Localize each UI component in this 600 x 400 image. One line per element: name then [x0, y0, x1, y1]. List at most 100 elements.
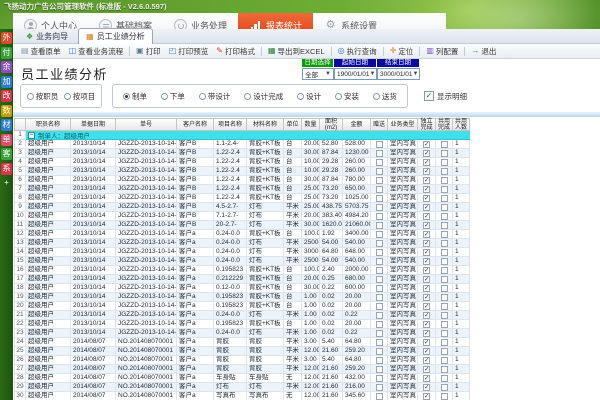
side-badge-加[interactable]: 加 [1, 75, 12, 88]
col-header-gift[interactable]: 赠送 [371, 119, 388, 131]
side-badge-材[interactable]: 材 [1, 119, 12, 131]
toolbar-print-preview-button[interactable]: ◰ 打印预览 [165, 46, 213, 57]
col-header-share-done[interactable]: 共用 完成 [436, 119, 453, 131]
checkbox-unchecked-icon[interactable] [440, 194, 448, 202]
checkbox-checked-icon[interactable]: ✓ [423, 383, 430, 391]
checkbox-checked-icon[interactable]: ✓ [423, 284, 430, 292]
checkbox-unchecked-icon[interactable] [440, 203, 448, 211]
checkbox-unchecked-icon[interactable] [375, 275, 383, 283]
checkbox-checked-icon[interactable]: ✓ [423, 293, 430, 301]
radio-设计[interactable]: 设计 [297, 91, 321, 102]
col-header-emp-name[interactable]: 职员名称 [26, 119, 71, 131]
table-row[interactable]: 22超级用户2013/10/14JGZZD-2013-10-14-009客户a0… [14, 320, 470, 329]
side-badge-付[interactable]: 付 [1, 46, 12, 59]
checkbox-unchecked-icon[interactable] [375, 365, 383, 373]
checkbox-unchecked-icon[interactable] [375, 383, 383, 391]
checkbox-checked-icon[interactable]: ✓ [423, 257, 430, 265]
toolbar-run-query-button[interactable]: ◎ 执行查询 [334, 46, 381, 57]
table-row[interactable]: 28 超级用户 2014/08/07 NO.201408070001 客户a 车身贴 车身贴… [14, 374, 470, 383]
side-badge-外[interactable]: 外 [1, 32, 12, 44]
checkbox-checked-icon[interactable]: ✓ [423, 158, 430, 166]
table-row[interactable]: 30 超级用户 2014/08/07 NO.201408070001 客户a 写真布 写真布… [14, 392, 470, 400]
checkbox-checked-icon[interactable]: ✓ [423, 374, 430, 382]
table-row[interactable]: 5超级用户2013/10/14JGZZD-2013-10-14-002客户B1.… [14, 167, 470, 176]
checkbox-checked-icon[interactable]: ✓ [423, 149, 430, 157]
checkbox-unchecked-icon[interactable] [375, 230, 383, 238]
checkbox-unchecked-icon[interactable] [375, 176, 383, 184]
table-row[interactable]: 15超级用户2013/10/14JGZZD-2013-10-14-004客户a0… [14, 257, 470, 266]
checkbox-unchecked-icon[interactable] [375, 329, 383, 337]
filter-start_date-select[interactable]: 1900/01/01 ▼ [334, 68, 377, 80]
toolbar-exit-button[interactable]: → 退出 [467, 46, 500, 57]
checkbox-unchecked-icon[interactable] [440, 257, 448, 265]
checkbox-checked-icon[interactable]: ✓ [423, 365, 430, 373]
radio-设计完成[interactable]: 设计完成 [244, 91, 283, 102]
table-row[interactable]: 12超级用户2013/10/14JGZZD-2013-10-14-004客户a0… [14, 230, 470, 239]
col-header-project[interactable]: 项目名称 [214, 119, 247, 131]
table-row[interactable]: 9超级用户2013/10/14JGZZD-2013-10-14-002客户B4.… [14, 203, 470, 212]
checkbox-unchecked-icon[interactable] [375, 347, 383, 355]
toolbar-view-flow-button[interactable]: ◫ 查看业务流程 [65, 46, 128, 57]
checkbox-checked-icon[interactable]: ✓ [423, 320, 430, 328]
checkbox-checked-icon[interactable]: ✓ [423, 239, 430, 247]
col-header-solo-done[interactable]: 独立 完成 [418, 119, 436, 131]
col-header-area[interactable]: 面积(m2) [320, 119, 343, 131]
checkbox-checked-icon[interactable]: ✓ [423, 212, 430, 220]
col-header-qty[interactable]: 数量 [302, 119, 320, 131]
checkbox-unchecked-icon[interactable] [375, 284, 383, 292]
col-header-biz-type[interactable]: 业务类型 [388, 119, 418, 131]
checkbox-unchecked-icon[interactable] [440, 302, 448, 310]
checkbox-unchecked-icon[interactable] [440, 365, 448, 373]
show-detail-checkbox[interactable]: ✓ 显示明细 [424, 91, 467, 102]
checkbox-unchecked-icon[interactable] [440, 347, 448, 355]
checkbox-unchecked-icon[interactable] [440, 230, 448, 238]
checkbox-unchecked-icon[interactable] [440, 248, 448, 256]
side-badge-+[interactable]: + [1, 177, 12, 189]
checkbox-unchecked-icon[interactable] [440, 239, 448, 247]
table-row[interactable]: 13超级用户2013/10/14JGZZD-2013-10-14-004客户a0… [14, 239, 470, 248]
checkbox-unchecked-icon[interactable] [375, 167, 383, 175]
col-header-material[interactable]: 材料名称 [247, 119, 284, 131]
checkbox-checked-icon[interactable]: ✓ [423, 356, 430, 364]
col-header-share-count[interactable]: 共用 人数 [453, 119, 470, 131]
table-row[interactable]: 11超级用户2013/10/14JGZZD-2013-10-14-002客户B2… [14, 221, 470, 230]
checkbox-unchecked-icon[interactable] [440, 149, 448, 157]
checkbox-checked-icon[interactable]: ✓ [423, 347, 430, 355]
side-badge-客[interactable]: 客 [1, 148, 12, 160]
checkbox-unchecked-icon[interactable] [375, 149, 383, 157]
checkbox-unchecked-icon[interactable] [375, 239, 383, 247]
side-badge-余[interactable]: 余 [1, 61, 12, 73]
checkbox-unchecked-icon[interactable] [375, 257, 383, 265]
checkbox-unchecked-icon[interactable] [440, 275, 448, 283]
table-row[interactable]: 20超级用户2013/10/14JGZZD-2013-10-14-008客户a0… [14, 302, 470, 311]
checkbox-unchecked-icon[interactable] [440, 392, 448, 400]
checkbox-unchecked-icon[interactable] [375, 140, 383, 148]
checkbox-unchecked-icon[interactable] [375, 203, 383, 211]
side-badge-改[interactable]: 改 [1, 90, 12, 102]
checkbox-unchecked-icon[interactable] [440, 176, 448, 184]
toolbar-column-config-button[interactable]: ▥ 列配置 [422, 46, 462, 57]
table-row[interactable]: 2超级用户2013/10/14JGZZD-2013-10-14-002客户B1.… [14, 140, 470, 149]
checkbox-checked-icon[interactable]: ✓ [423, 203, 430, 211]
checkbox-unchecked-icon[interactable] [440, 284, 448, 292]
col-header-doc-date[interactable]: 单据日期 [71, 119, 116, 131]
checkbox-unchecked-icon[interactable] [440, 320, 448, 328]
toolbar-print-button[interactable]: ▣ 打印 [132, 46, 165, 57]
checkbox-unchecked-icon[interactable] [375, 392, 383, 400]
radio-送货[interactable]: 送货 [372, 91, 397, 102]
checkbox-checked-icon[interactable]: ✓ [423, 248, 430, 256]
checkbox-unchecked-icon[interactable] [440, 221, 448, 229]
filter-end_date-select[interactable]: 3000/01/01 ▼ [377, 68, 420, 80]
table-row[interactable]: 16超级用户2013/10/14JGZZD-2013-10-14-004客户a0… [14, 266, 470, 275]
checkbox-checked-icon[interactable]: ✓ [423, 221, 430, 229]
checkbox-unchecked-icon[interactable] [375, 212, 383, 220]
checkbox-unchecked-icon[interactable] [375, 320, 383, 328]
checkbox-checked-icon[interactable]: ✓ [423, 338, 430, 346]
checkbox-unchecked-icon[interactable] [375, 356, 383, 364]
checkbox-unchecked-icon[interactable] [440, 167, 448, 175]
radio-带设计[interactable]: 带设计 [198, 91, 230, 102]
table-row[interactable]: 6超级用户2013/10/14JGZZD-2013-10-14-002客户B1.… [14, 176, 470, 185]
checkbox-checked-icon[interactable]: ✓ [423, 176, 430, 184]
tab-wizard[interactable]: ❖ 业务向导 [19, 30, 75, 43]
table-row[interactable]: 8超级用户2013/10/14JGZZD-2013-10-14-002客户B1.… [14, 194, 470, 203]
